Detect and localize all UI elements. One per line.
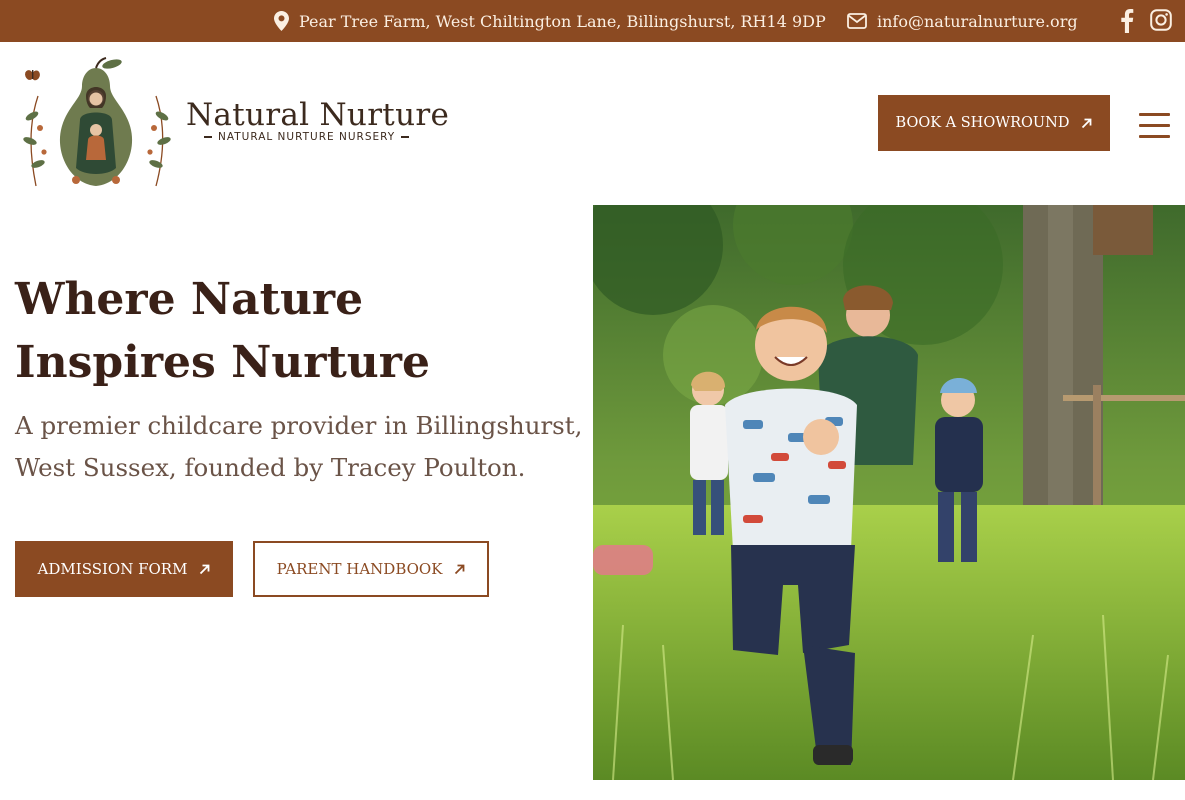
- menu-bar-top: [1139, 113, 1170, 116]
- brand-tagline: NATURAL NURTURE NURSERY: [198, 131, 415, 143]
- envelope-icon: [847, 13, 867, 29]
- hero-subtitle: A premier childcare provider in Billings…: [15, 411, 583, 482]
- email-text: info@naturalnurture.org: [877, 11, 1078, 31]
- children-running-in-field-photo: [593, 205, 1185, 780]
- facebook-icon[interactable]: [1120, 9, 1134, 37]
- arrow-up-right-icon: [200, 564, 210, 574]
- parent-handbook-button[interactable]: PARENT HANDBOOK: [253, 541, 489, 597]
- hero-title: Where Nature Inspires Nurture: [15, 274, 430, 388]
- menu-bar-bottom: [1139, 135, 1170, 138]
- brand-name: Natural Nurture: [186, 97, 450, 133]
- tagline-dash-right: [401, 136, 410, 138]
- parent-handbook-label: PARENT HANDBOOK: [276, 560, 443, 578]
- address-text: Pear Tree Farm, West Chiltington Lane, B…: [299, 11, 826, 31]
- address-link[interactable]: Pear Tree Farm, West Chiltington Lane, B…: [274, 0, 826, 42]
- pear-mother-child-logo[interactable]: [18, 56, 174, 192]
- top-contact-bar: Pear Tree Farm, West Chiltington Lane, B…: [0, 0, 1185, 42]
- location-pin-icon: [274, 11, 289, 31]
- book-showround-button[interactable]: BOOK A SHOWROUND: [878, 95, 1110, 151]
- brand-tagline-text: NATURAL NURTURE NURSERY: [218, 131, 396, 143]
- admission-form-label: ADMISSION FORM: [37, 560, 188, 578]
- menu-bar-middle: [1139, 124, 1170, 127]
- hamburger-menu-icon[interactable]: [1139, 113, 1170, 139]
- arrow-up-right-icon: [1082, 118, 1092, 128]
- instagram-icon[interactable]: [1150, 9, 1172, 35]
- email-link[interactable]: info@naturalnurture.org: [847, 0, 1078, 42]
- book-showround-label: BOOK A SHOWROUND: [895, 115, 1070, 131]
- admission-form-button[interactable]: ADMISSION FORM: [15, 541, 233, 597]
- arrow-up-right-icon: [455, 564, 465, 574]
- tagline-dash-left: [204, 136, 212, 138]
